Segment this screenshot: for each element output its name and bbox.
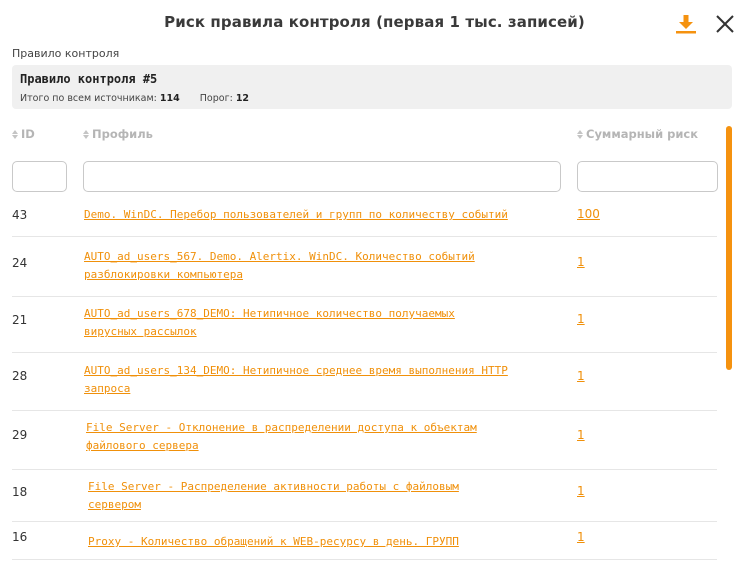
cell-risk-link[interactable]: 1 bbox=[577, 530, 585, 544]
table-row: 43 Demo. WinDC. Перебор пользователей и … bbox=[12, 200, 717, 237]
cell-profile-link[interactable]: AUTO_ad_users_134_DEMO: Нетипичное средн… bbox=[84, 362, 514, 398]
cell-id: 28 bbox=[12, 369, 28, 383]
table-row: 24 AUTO_ad_users_567. Demo. Alertix. Win… bbox=[12, 237, 717, 297]
cell-id: 29 bbox=[12, 428, 28, 442]
total-label: Итого по всем источникам: bbox=[20, 93, 157, 104]
cell-risk-link[interactable]: 1 bbox=[577, 369, 585, 383]
table-row: 28 AUTO_ad_users_134_DEMO: Нетипичное ср… bbox=[12, 353, 717, 411]
download-icon bbox=[676, 15, 696, 34]
threshold-value: 12 bbox=[235, 93, 250, 104]
table-row: 16 Proxy - Количество обращений к WEB-ре… bbox=[12, 522, 717, 560]
sort-icon bbox=[83, 129, 89, 139]
table-row: 21 AUTO_ad_users_678_DEMO: Нетипичное ко… bbox=[12, 297, 717, 353]
column-header-id-label: ID bbox=[21, 127, 35, 141]
cell-profile-link[interactable]: Demo. WinDC. Перебор пользователей и гру… bbox=[84, 206, 514, 224]
cell-profile-link[interactable]: AUTO_ad_users_567. Demo. Alertix. WinDC.… bbox=[84, 248, 514, 284]
rule-info-box: Правило контроля #5 Итого по всем источн… bbox=[12, 65, 732, 109]
cell-risk-link[interactable]: 1 bbox=[577, 484, 585, 498]
close-icon bbox=[716, 15, 734, 33]
filter-risk-input[interactable] bbox=[577, 161, 718, 192]
modal-title: Риск правила контроля (первая 1 тыс. зап… bbox=[164, 13, 585, 31]
cell-id: 24 bbox=[12, 256, 28, 270]
table-row: 18 File Server - Распределение активност… bbox=[12, 470, 717, 522]
cell-risk-link[interactable]: 100 bbox=[577, 207, 600, 221]
rule-section-label: Правило контроля bbox=[12, 47, 120, 60]
cell-profile-link[interactable]: AUTO_ad_users_678_DEMO: Нетипичное колич… bbox=[84, 305, 514, 341]
modal-header: Риск правила контроля (первая 1 тыс. зап… bbox=[0, 0, 749, 44]
total-value: 114 bbox=[159, 93, 180, 104]
download-button[interactable] bbox=[674, 12, 698, 36]
filter-id-input[interactable] bbox=[12, 161, 67, 192]
cell-id: 43 bbox=[12, 208, 28, 222]
column-header-risk-label: Суммарный риск bbox=[586, 127, 699, 141]
column-header-profile[interactable]: Профиль bbox=[83, 127, 153, 141]
filter-profile-input[interactable] bbox=[83, 161, 561, 192]
cell-risk-link[interactable]: 1 bbox=[577, 255, 585, 269]
table-row: 29 File Server - Отклонение в распределе… bbox=[12, 411, 717, 470]
sort-icon bbox=[12, 129, 18, 139]
rule-meta: Итого по всем источникам: 114 Порог: 12 bbox=[20, 93, 249, 104]
close-button[interactable] bbox=[714, 13, 736, 35]
cell-risk-link[interactable]: 1 bbox=[577, 312, 585, 326]
rule-name: Правило контроля #5 bbox=[20, 72, 158, 86]
cell-id: 18 bbox=[12, 485, 28, 499]
cell-id: 16 bbox=[12, 530, 28, 544]
column-header-id[interactable]: ID bbox=[12, 127, 35, 141]
cell-id: 21 bbox=[12, 313, 28, 327]
cell-risk-link[interactable]: 1 bbox=[577, 428, 585, 442]
cell-profile-link[interactable]: Proxy - Количество обращений к WEB-ресур… bbox=[88, 533, 518, 551]
cell-profile-link[interactable]: File Server - Отклонение в распределении… bbox=[86, 419, 516, 455]
column-header-profile-label: Профиль bbox=[92, 127, 153, 141]
sort-icon bbox=[577, 129, 583, 139]
column-header-risk[interactable]: Суммарный риск bbox=[577, 127, 698, 141]
vertical-scrollbar[interactable] bbox=[726, 126, 732, 370]
threshold-label: Порог: bbox=[199, 93, 233, 104]
cell-profile-link[interactable]: File Server - Распределение активности р… bbox=[88, 478, 518, 514]
